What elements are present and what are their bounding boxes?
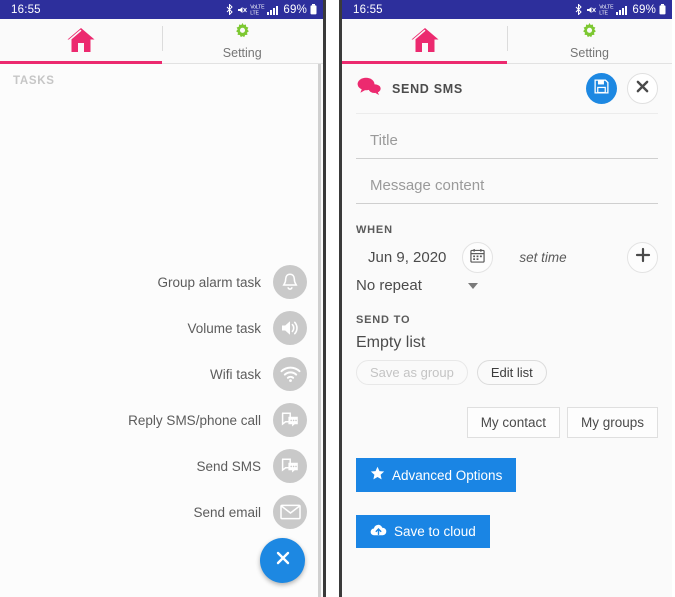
vertical-scrollbar[interactable]	[318, 64, 321, 597]
status-icon-group: VoLTE LTE 69%	[226, 4, 317, 16]
title-field[interactable]: Title	[356, 130, 658, 159]
floppy-save-icon	[594, 78, 609, 99]
battery-percent: 69%	[283, 3, 307, 16]
set-time-label[interactable]: set time	[519, 250, 566, 265]
gear-icon	[234, 22, 251, 45]
tab-bar-left: Setting	[0, 19, 323, 64]
task-label: Send SMS	[196, 458, 261, 474]
home-icon	[410, 27, 440, 58]
save-button[interactable]	[586, 73, 617, 104]
mute-icon	[237, 5, 248, 15]
bluetooth-icon	[226, 4, 234, 15]
tab-home[interactable]	[342, 19, 507, 64]
send-sms-form: SEND SMS Title Message content WHEN Jun …	[342, 64, 672, 597]
volte-icon: VoLTE LTE	[599, 4, 614, 16]
tasks-section-label: TASKS	[13, 75, 55, 87]
advanced-options-label: Advanced Options	[392, 467, 503, 483]
message-field-placeholder: Message content	[370, 177, 485, 194]
plus-icon	[635, 247, 651, 268]
edit-list-button[interactable]: Edit list	[476, 360, 547, 385]
task-label: Send email	[193, 504, 261, 520]
message-content-field[interactable]: Message content	[356, 175, 658, 204]
battery-icon	[659, 4, 666, 15]
cloud-upload-icon	[370, 523, 387, 540]
repeat-value: No repeat	[356, 277, 422, 294]
screenshot-stage: 16:55 VoLTE LTE 69% Setting TASKS Group …	[0, 0, 675, 597]
phone-screenshot-right: 16:55 VoLTE LTE 69% Setting SEND SMS Tit…	[339, 0, 672, 597]
tab-setting-label: Setting	[222, 45, 262, 60]
message-icon[interactable]	[273, 449, 307, 483]
task-item-group-alarm[interactable]: Group alarm task	[157, 265, 307, 299]
task-list: Group alarm task Volume task Wifi task R…	[128, 265, 307, 529]
phone-screenshot-left: 16:55 VoLTE LTE 69% Setting TASKS Group …	[0, 0, 326, 597]
when-section-label: WHEN	[356, 224, 393, 236]
when-date-row: Jun 9, 2020 set time	[356, 242, 658, 273]
status-bar-right: 16:55 VoLTE LTE 69%	[342, 0, 672, 19]
signal-bars-icon	[267, 5, 279, 15]
recipient-list-status: Empty list	[356, 334, 426, 351]
status-icon-group: VoLTE LTE 69%	[575, 4, 666, 16]
send-to-section-label: SEND TO	[356, 314, 411, 326]
tab-setting[interactable]: Setting	[507, 19, 672, 63]
task-item-reply-sms[interactable]: Reply SMS/phone call	[128, 403, 307, 437]
advanced-options-wrap: Advanced Options	[356, 458, 658, 492]
task-item-wifi[interactable]: Wifi task	[210, 357, 307, 391]
wifi-icon[interactable]	[273, 357, 307, 391]
bluetooth-icon	[575, 4, 583, 15]
tab-home[interactable]	[0, 19, 162, 64]
chat-bubbles-icon	[356, 76, 382, 101]
battery-percent: 69%	[632, 3, 656, 16]
tab-bar-right: Setting	[342, 19, 672, 64]
my-contact-button[interactable]: My contact	[466, 407, 560, 438]
task-item-send-email[interactable]: Send email	[193, 495, 307, 529]
signal-bars-icon	[616, 5, 628, 15]
status-bar-left: 16:55 VoLTE LTE 69%	[0, 0, 323, 19]
save-as-group-button[interactable]: Save as group	[356, 360, 468, 385]
close-icon	[636, 80, 649, 98]
form-header: SEND SMS	[356, 64, 658, 114]
form-title: SEND SMS	[392, 81, 463, 96]
star-icon	[370, 466, 385, 484]
save-to-cloud-label: Save to cloud	[394, 524, 476, 539]
close-fab-button[interactable]	[260, 538, 305, 583]
home-icon	[66, 27, 96, 58]
close-icon	[276, 551, 290, 570]
title-field-placeholder: Title	[370, 132, 398, 149]
repeat-dropdown[interactable]: No repeat	[356, 277, 658, 294]
close-button[interactable]	[627, 73, 658, 104]
calendar-button[interactable]	[462, 242, 494, 273]
task-label: Reply SMS/phone call	[128, 412, 261, 428]
tasks-panel: TASKS Group alarm task Volume task Wifi …	[0, 64, 323, 597]
save-to-cloud-button[interactable]: Save to cloud	[356, 515, 490, 548]
status-time: 16:55	[11, 3, 41, 16]
advanced-options-button[interactable]: Advanced Options	[356, 458, 517, 492]
reply-message-icon[interactable]	[273, 403, 307, 437]
task-item-volume[interactable]: Volume task	[187, 311, 307, 345]
panel-gap	[326, 0, 339, 597]
tab-setting-label: Setting	[570, 45, 609, 60]
battery-icon	[310, 4, 317, 15]
task-item-send-sms[interactable]: Send SMS	[196, 449, 307, 483]
gear-icon	[581, 22, 598, 45]
volte-icon: VoLTE LTE	[250, 4, 265, 16]
add-time-button[interactable]	[627, 242, 658, 273]
my-groups-button[interactable]: My groups	[566, 407, 658, 438]
task-label: Group alarm task	[157, 274, 261, 290]
task-label: Volume task	[187, 320, 261, 336]
calendar-icon	[470, 248, 486, 268]
save-to-cloud-wrap: Save to cloud	[356, 515, 658, 548]
contact-source-buttons: My contact My groups	[356, 407, 658, 438]
speaker-icon[interactable]	[273, 311, 307, 345]
bell-icon[interactable]	[273, 265, 307, 299]
selected-date[interactable]: Jun 9, 2020	[368, 249, 446, 266]
recipient-actions: Save as group Edit list	[356, 360, 658, 385]
envelope-icon[interactable]	[273, 495, 307, 529]
chevron-down-icon	[467, 282, 478, 289]
tab-setting[interactable]: Setting	[161, 19, 324, 63]
status-time: 16:55	[353, 3, 383, 16]
mute-icon	[586, 5, 597, 15]
task-label: Wifi task	[209, 366, 261, 382]
